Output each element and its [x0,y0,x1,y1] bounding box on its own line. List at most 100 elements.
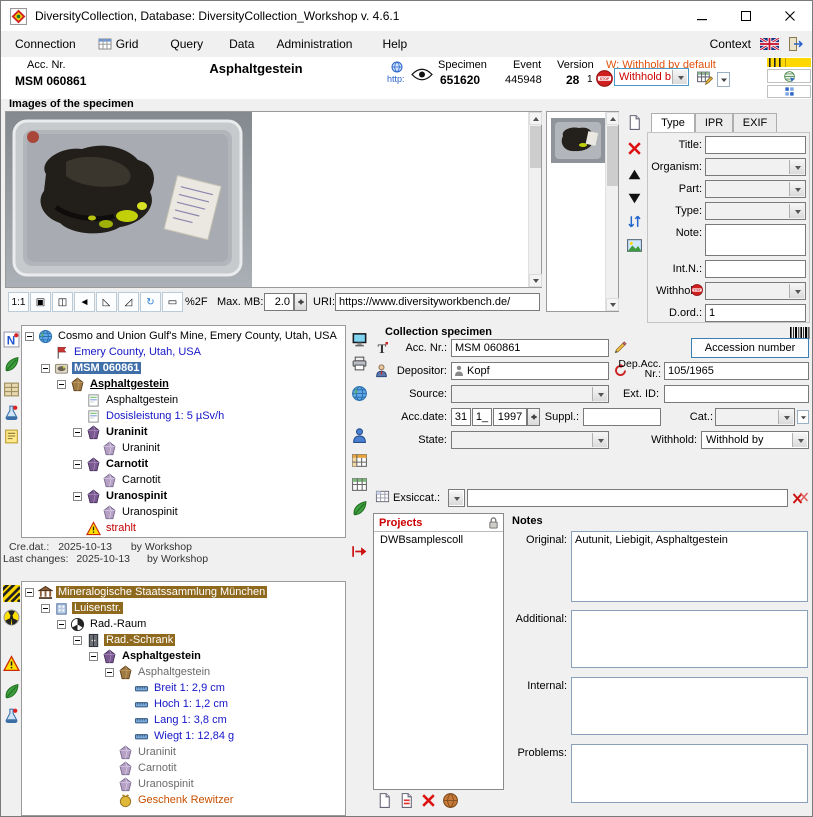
tree-item[interactable]: strahlt [22,520,345,536]
image-title-input[interactable] [705,136,806,154]
up-icon[interactable] [626,166,643,183]
tree-item[interactable]: Carnotit [22,456,345,472]
source-select[interactable] [451,385,609,403]
edit-pencil-icon[interactable] [613,340,628,355]
sphere-icon[interactable] [442,792,459,809]
maximize-button[interactable] [724,1,768,31]
tree-item[interactable]: Asphaltgestein [22,664,345,680]
withhold-select[interactable]: Withhold by [701,431,809,449]
state-select[interactable] [451,431,609,449]
down-icon[interactable] [626,190,643,207]
fit-window-button[interactable]: ▣ [30,292,51,312]
original-textarea[interactable]: Autunit, Liebigit, Asphaltgestein [571,531,808,602]
tree-item[interactable]: Emery County, Utah, USA [22,344,345,360]
internal-textarea[interactable] [571,677,808,735]
part-select[interactable] [705,180,806,198]
hazard-icon[interactable] [3,585,20,602]
int-n-input[interactable] [705,260,806,278]
collapse-icon[interactable] [73,636,82,645]
tree-item[interactable]: Wiegt 1: 12,84 g [22,728,345,744]
collapse-icon[interactable] [73,492,82,501]
cat-extra-button[interactable] [797,410,809,424]
withhold-dropdown[interactable]: Withhold b [614,68,689,86]
ext-id-input[interactable] [664,385,809,403]
refresh-button[interactable]: ↻ [140,292,161,312]
storage-tree[interactable]: Mineralogische Staatssammlung MünchenLui… [21,581,346,816]
tree-item[interactable]: Uraninit [22,424,345,440]
scroll-down-button[interactable] [606,298,619,311]
x-icon[interactable] [626,140,643,157]
image-vertical-scrollbar[interactable] [528,112,541,287]
rotate-left-button[interactable]: ◺ [96,292,117,312]
tree-item[interactable]: Asphaltgestein [22,376,345,392]
exsiccat-mini-select[interactable] [448,489,465,507]
scroll-up-button[interactable] [529,112,542,125]
http-label[interactable]: http: [387,74,405,84]
menu-administration[interactable]: Administration [268,33,360,55]
note-icon[interactable] [3,428,20,445]
redarrow-icon[interactable] [351,543,368,560]
person-icon[interactable] [351,427,368,444]
monitor-icon[interactable] [351,331,368,348]
globe-icon[interactable] [351,385,368,402]
tree-item[interactable]: Rad.-Schrank [22,632,345,648]
tree-item[interactable]: Rad.-Raum [22,616,345,632]
tree-item[interactable]: Uranospinit [22,488,345,504]
collapse-icon[interactable] [25,588,34,597]
acc-date-stepper[interactable] [527,408,540,426]
type-select[interactable] [705,202,806,220]
max-mb-input[interactable] [264,293,294,311]
trefoil-icon[interactable] [3,609,20,626]
warning-icon[interactable] [3,655,20,672]
acc-nr-input[interactable] [451,339,609,357]
tree-item[interactable]: Asphaltgestein [22,392,345,408]
minimize-button[interactable] [680,1,724,31]
accession-number-button[interactable]: Accession number [691,338,809,358]
x-icon[interactable] [420,792,437,809]
uri-input[interactable] [335,293,540,311]
http-icon[interactable] [391,61,403,73]
thumbnail-image[interactable] [551,118,605,163]
problems-textarea[interactable] [571,744,808,803]
leaf-icon[interactable] [3,683,20,700]
page-red-icon[interactable] [398,792,415,809]
cat-select[interactable] [715,408,795,426]
menu-context[interactable]: Context [710,37,751,51]
tree-item[interactable]: Geschenk Rewitzer [22,792,345,808]
tab-exif[interactable]: EXIF [733,113,777,132]
table-green-icon[interactable] [351,476,368,493]
page-icon[interactable] [376,792,393,809]
tree-item[interactable]: Uranospinit [22,504,345,520]
module-button[interactable] [767,85,811,98]
border-toggle-button[interactable]: ▭ [162,292,183,312]
collapse-icon[interactable] [89,652,98,661]
additional-textarea[interactable] [571,610,808,668]
suppl-input[interactable] [583,408,661,426]
collapse-icon[interactable] [73,428,82,437]
collapse-icon[interactable] [105,668,114,677]
thumbnail-panel[interactable] [546,111,619,312]
header-dropdown-button[interactable] [717,72,730,87]
exit-icon[interactable] [788,36,804,52]
menu-query[interactable]: Query [162,33,211,55]
collapse-icon[interactable] [73,460,82,469]
dep-acc-nr-input[interactable] [664,362,809,380]
tree-item[interactable]: MSM 060861 [22,360,345,376]
project-item[interactable]: DWBsamplescoll [374,532,503,548]
scroll-thumb[interactable] [530,126,541,168]
page-icon[interactable] [626,114,643,131]
tree-item[interactable]: Mineralogische Staatssammlung München [22,584,345,600]
scale-bar-icon[interactable] [767,58,811,67]
previous-image-button[interactable]: ◄ [74,292,95,312]
specimen-tree[interactable]: Cosmo and Union Gulf's Mine, Emery Count… [21,325,346,538]
d-ord-input[interactable] [705,304,806,322]
tab-ipr[interactable]: IPR [695,113,733,132]
sort-icon[interactable] [626,213,643,230]
scroll-down-button[interactable] [529,274,542,287]
flip-horizontal-button[interactable]: ◫ [52,292,73,312]
tree-item[interactable]: Breit 1: 2,9 cm [22,680,345,696]
scroll-up-button[interactable] [606,112,619,125]
samples-icon[interactable] [3,381,20,398]
acc-date-day-input[interactable] [451,408,471,426]
printer-icon[interactable] [351,355,368,372]
